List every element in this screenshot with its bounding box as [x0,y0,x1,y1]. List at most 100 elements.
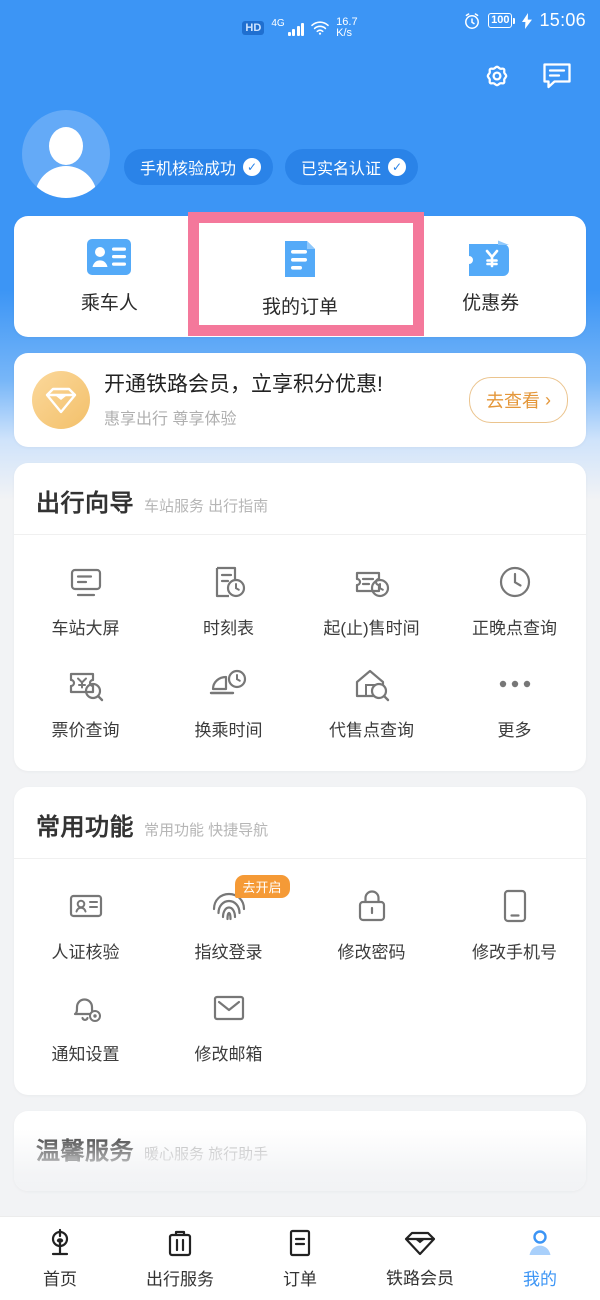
grid-item-agency-query[interactable]: 代售点查询 [300,651,443,753]
lock-icon [355,885,389,927]
grid-item-timetable[interactable]: 时刻表 [157,549,300,651]
realname-verified-label: 已实名认证 [301,161,382,178]
grid-item-label: 修改邮箱 [194,1045,263,1064]
member-banner-subtitle: 惠享出行 尊享体验 [104,410,237,428]
quick-action-label: 乘车人 [80,293,138,314]
ticket-clock-icon [352,561,392,603]
member-banner: 开通铁路会员，立享积分优惠! 惠享出行 尊享体验 去查看 › [14,353,586,447]
status-bar-clock: 15:06 [539,10,586,30]
coupon-wallet-icon [468,238,514,276]
alarm-icon [463,12,481,30]
section-title: 出行向导 [36,490,134,517]
quick-actions-row: 乘车人 我的订单 优惠券 [14,212,586,337]
section-travel-guide: 出行向导 车站服务 出行指南 车站大屏 时刻表 起(止)售时间 正晚点查询 票价… [14,463,586,771]
grid-item-label: 修改手机号 [472,943,557,962]
network-type-label: 4G [271,17,285,29]
phone-verified-label: 手机核验成功 [140,161,237,178]
grid-item-change-password[interactable]: 修改密码 [300,873,443,975]
profile-badges: 手机核验成功 ✓ 已实名认证 ✓ [124,123,419,185]
battery-tip [513,17,516,24]
section-title: 常用功能 [36,814,134,841]
fare-search-icon [66,663,106,705]
order-list-icon [287,1228,313,1258]
grid-item-label: 票价查询 [51,721,120,740]
grid-item-label: 正晚点查询 [472,619,557,638]
suitcase-icon [166,1228,194,1258]
grid-item-empty [443,975,586,1077]
nav-item-railway-member[interactable]: 铁路会员 [360,1229,480,1289]
order-document-icon [279,238,321,280]
nav-item-home[interactable]: 首页 [0,1228,120,1290]
railway-home-icon [45,1228,75,1258]
quick-action-coupons[interactable]: 优惠券 [395,238,586,319]
grid-item-label: 人证核验 [51,943,120,962]
station-screen-icon [67,561,105,603]
grid-item-transfer-time[interactable]: 换乘时间 [157,651,300,753]
nav-item-label: 首页 [43,1269,77,1289]
quick-action-label: 优惠券 [462,293,520,314]
id-verify-icon [67,885,105,927]
hd-icon: HD [242,20,265,36]
grid-item-label: 起(止)售时间 [323,619,420,638]
gear-icon[interactable] [480,59,514,93]
member-banner-text: 开通铁路会员，立享积分优惠! 惠享出行 尊享体验 [104,371,455,428]
network-speed-unit: K/s [336,27,353,39]
grid-item-label: 代售点查询 [329,721,414,740]
clock-icon [496,561,534,603]
message-icon[interactable] [540,59,574,93]
page-root: HD 4G 16.7 K/s 100 15:06 手机核验成功 ✓ 已实名认证 … [0,0,600,1191]
grid-item-label: 时刻表 [203,619,254,638]
section-subtitle: 车站服务 出行指南 [144,498,269,515]
avatar[interactable] [22,110,110,198]
member-banner-title: 开通铁路会员，立享积分优惠! [104,373,383,397]
section-subtitle: 常用功能 快捷导航 [144,822,269,839]
grid-item-fingerprint-login[interactable]: 去开启 指纹登录 [157,873,300,975]
signal-bars-icon [287,21,305,36]
quick-action-passengers[interactable]: 乘车人 [14,238,205,319]
diamond-icon [404,1229,436,1257]
section-common-functions: 常用功能 常用功能 快捷导航 人证核验 去开启 指纹登录 修改密码 修改手机号 … [14,787,586,1095]
status-badge-realname-verified: 已实名认证 ✓ [285,149,419,185]
status-bar-right-group: 100 15:06 [463,10,586,31]
nav-item-label: 铁路会员 [386,1268,454,1288]
envelope-icon [210,987,248,1029]
grid-item-fare-query[interactable]: 票价查询 [14,651,157,753]
nav-item-mine[interactable]: 我的 [480,1228,600,1290]
grid-item-notification-settings[interactable]: 通知设置 [14,975,157,1077]
status-badge-phone-verified: 手机核验成功 ✓ [124,149,274,185]
nav-item-orders[interactable]: 订单 [240,1228,360,1290]
charging-bolt-icon [522,12,533,29]
go-view-button[interactable]: 去查看 › [469,377,568,423]
battery-indicator: 100 [488,13,516,28]
grid-item-sale-time[interactable]: 起(止)售时间 [300,549,443,651]
grid-item-station-screen[interactable]: 车站大屏 [14,549,157,651]
more-dots-icon [495,663,535,705]
profile-header[interactable]: 手机核验成功 ✓ 已实名认证 ✓ [0,96,600,216]
diamond-member-icon [32,371,90,429]
id-card-icon [86,238,132,276]
quick-actions-card: 乘车人 我的订单 优惠券 [14,212,586,337]
avatar-body [35,166,97,198]
quick-action-label: 我的订单 [262,297,339,318]
grid-item-id-verify[interactable]: 人证核验 [14,873,157,975]
quick-action-my-orders[interactable]: 我的订单 [205,238,396,319]
grid-item-label: 换乘时间 [194,721,263,740]
check-icon: ✓ [243,158,262,176]
grid-item-change-email[interactable]: 修改邮箱 [157,975,300,1077]
section-header: 出行向导 车站服务 出行指南 [14,463,586,535]
header-action-icons [0,56,600,96]
phone-icon [500,885,530,927]
member-banner-card[interactable]: 开通铁路会员，立享积分优惠! 惠享出行 尊享体验 去查看 › [14,353,586,447]
section-item-grid: 人证核验 去开启 指纹登录 修改密码 修改手机号 通知设置 修改邮箱 [14,859,586,1095]
nav-item-travel-service[interactable]: 出行服务 [120,1228,240,1290]
grid-item-change-phone[interactable]: 修改手机号 [443,873,586,975]
check-icon: ✓ [388,158,407,176]
section-warm-services: 温馨服务 暖心服务 旅行助手 [14,1111,586,1191]
section-header: 常用功能 常用功能 快捷导航 [14,787,586,859]
status-bar: HD 4G 16.7 K/s 100 15:06 [0,0,600,56]
wifi-icon [311,21,329,35]
grid-item-delay-query[interactable]: 正晚点查询 [443,549,586,651]
grid-item-more[interactable]: 更多 [443,651,586,753]
grid-item-label: 修改密码 [337,943,406,962]
grid-item-label: 指纹登录 [194,943,263,962]
